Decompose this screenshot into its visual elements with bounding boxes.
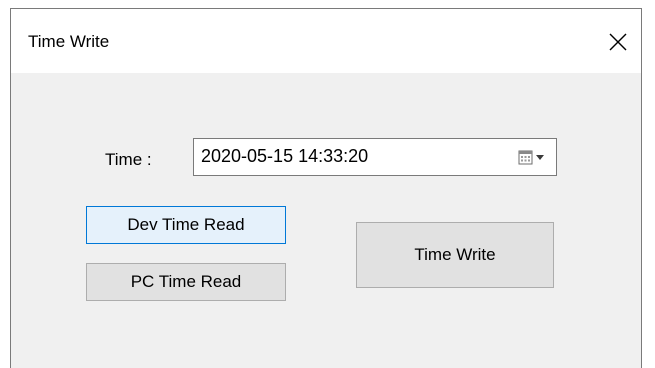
close-icon: [609, 33, 627, 51]
dev-time-read-label: Dev Time Read: [127, 215, 245, 234]
calendar-dropdown-button[interactable]: [518, 149, 548, 166]
time-label: Time :: [105, 150, 152, 169]
time-write-dialog: Time Write Time : 2020-05-15 14:33:20 De…: [10, 8, 642, 368]
title-bar: Time Write: [11, 9, 641, 73]
calendar-icon: [518, 150, 533, 165]
datetime-value[interactable]: 2020-05-15 14:33:20: [201, 146, 368, 167]
time-write-button[interactable]: Time Write: [356, 222, 554, 288]
pc-time-read-button[interactable]: PC Time Read: [86, 263, 286, 301]
datetime-picker[interactable]: 2020-05-15 14:33:20: [193, 138, 557, 176]
time-write-label: Time Write: [414, 245, 496, 264]
dev-time-read-button[interactable]: Dev Time Read: [86, 206, 286, 244]
chevron-down-icon: [536, 155, 544, 160]
pc-time-read-label: PC Time Read: [130, 272, 242, 291]
close-button[interactable]: [595, 9, 641, 73]
window-title: Time Write: [28, 32, 110, 51]
